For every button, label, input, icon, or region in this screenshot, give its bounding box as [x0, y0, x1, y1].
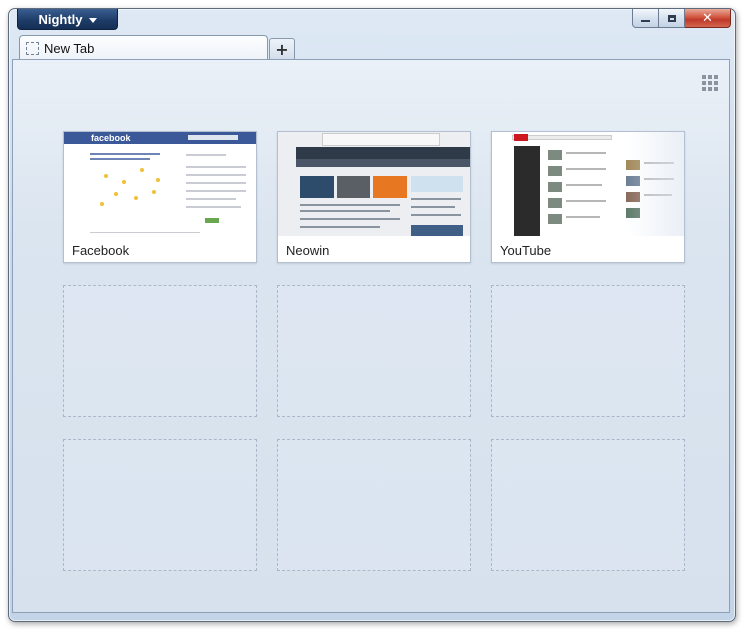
tab-bar: New Tab +	[19, 34, 295, 60]
new-tab-button[interactable]: +	[269, 38, 295, 60]
tile-title: Neowin	[286, 243, 330, 258]
tile-facebook[interactable]: facebook Facebook	[63, 131, 257, 263]
app-menu-button[interactable]: Nightly	[17, 9, 118, 30]
tile-empty[interactable]	[491, 285, 685, 417]
tab-new-tab[interactable]: New Tab	[19, 35, 268, 60]
chevron-down-icon	[88, 17, 97, 23]
facebook-thumbnail: facebook	[64, 132, 256, 236]
youtube-thumbnail	[492, 132, 684, 236]
neowin-thumbnail	[278, 132, 470, 236]
tile-title: YouTube	[500, 243, 552, 258]
tile-empty[interactable]	[63, 439, 257, 571]
app-menu-label: Nightly	[38, 11, 83, 27]
minimize-button[interactable]	[632, 9, 659, 28]
tile-empty[interactable]	[63, 285, 257, 417]
plus-icon: +	[275, 39, 289, 59]
minimize-icon	[641, 20, 650, 22]
tile-empty[interactable]	[491, 439, 685, 571]
tile-empty[interactable]	[277, 285, 471, 417]
close-icon: ✕	[702, 10, 713, 26]
window-controls: ✕	[632, 9, 731, 28]
blank-page-icon	[26, 41, 39, 55]
close-button[interactable]: ✕	[685, 9, 731, 28]
tile-neowin[interactable]: Neowin	[277, 131, 471, 263]
new-tab-page: facebook Facebook Neowin YouTube	[12, 59, 730, 613]
browser-window: Nightly ✕ New Tab + facebook Facebook Ne…	[8, 8, 736, 622]
tile-title: Facebook	[72, 243, 130, 258]
grid-icon[interactable]	[702, 75, 718, 91]
maximize-icon	[667, 14, 676, 22]
tile-youtube[interactable]: YouTube	[491, 131, 685, 263]
tile-empty[interactable]	[277, 439, 471, 571]
maximize-button[interactable]	[659, 9, 685, 28]
tab-title: New Tab	[44, 40, 95, 56]
